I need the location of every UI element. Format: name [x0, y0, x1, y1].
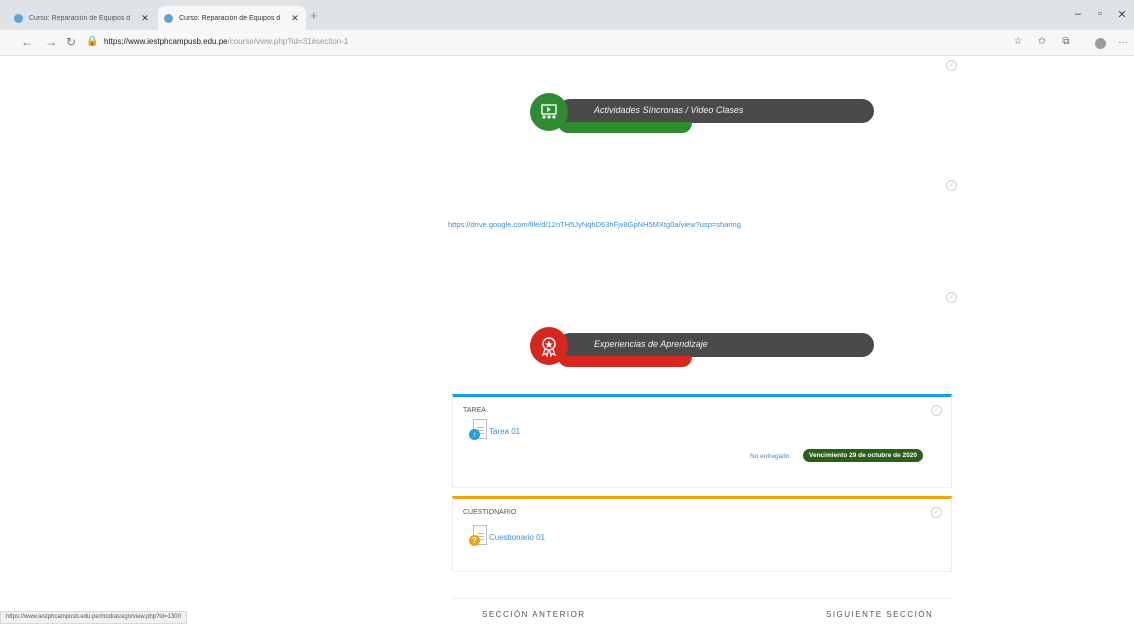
- site-favicon-icon: [14, 13, 23, 23]
- close-tab-icon[interactable]: ✕: [290, 13, 300, 24]
- activity-link-cuestionario[interactable]: Cuestionario 01: [489, 533, 545, 542]
- due-date-badge: Vencimiento 29 de octubre de 2020: [803, 449, 924, 462]
- back-icon[interactable]: ←: [18, 35, 36, 49]
- activity-card-quiz: Cuestionario ✓ ? Cuestionario 01: [452, 496, 952, 572]
- activity-card-assign: Tarea ✓ ↑ Tarea 01 No entregado Vencimie…: [452, 394, 952, 488]
- tab-title: Curso: Reparación de Equipos d: [179, 14, 281, 22]
- favorites-icon[interactable]: ✩: [1034, 36, 1050, 47]
- minimize-icon[interactable]: –: [1068, 8, 1088, 20]
- submission-status: No entregado: [750, 453, 790, 460]
- address-input[interactable]: https://www.iestphcampusb.edu.pe/course/…: [104, 37, 348, 46]
- activity-type-label: Cuestionario: [463, 509, 517, 516]
- section-banner-experiences: Experiencias de Aprendizaje: [528, 327, 878, 379]
- activity-link-tarea[interactable]: Tarea 01: [489, 427, 520, 436]
- favorite-star-icon[interactable]: ☆: [1010, 36, 1026, 47]
- lock-icon: 🔒: [86, 36, 99, 47]
- restore-icon[interactable]: ▫: [1090, 8, 1110, 20]
- drive-link[interactable]: https://drive.google.com/file/d/12nTH5Jy…: [448, 220, 741, 229]
- section-banner-sync: Actividades Síncronas / Video Clases: [528, 93, 878, 145]
- banner-underline: [558, 122, 692, 133]
- completion-check-icon[interactable]: ✓: [931, 405, 942, 416]
- assignment-icon: ↑: [469, 419, 489, 443]
- completion-check-icon[interactable]: ✓: [931, 507, 942, 518]
- browser-tab-1[interactable]: Curso: Reparación de Equipos d ✕: [8, 6, 156, 30]
- forward-icon[interactable]: →: [42, 35, 60, 49]
- completion-check-icon[interactable]: ✓: [946, 180, 957, 191]
- section-footer-divider: [452, 598, 952, 599]
- close-tab-icon[interactable]: ✕: [140, 13, 150, 24]
- banner-underline: [558, 356, 692, 367]
- menu-ellipsis-icon[interactable]: …: [1118, 35, 1128, 46]
- section-title: Actividades Síncronas / Video Clases: [594, 105, 744, 115]
- completion-check-icon[interactable]: ✓: [946, 292, 957, 303]
- close-window-icon[interactable]: ✕: [1112, 8, 1132, 21]
- new-tab-icon[interactable]: +: [310, 8, 318, 23]
- tab-strip: Curso: Reparación de Equipos d ✕ Curso: …: [0, 0, 1134, 30]
- profile-avatar[interactable]: [1095, 38, 1106, 49]
- next-section-link[interactable]: SIGUIENTE SECCIÓN: [826, 610, 933, 619]
- url-host: https://www.iestphcampusb.edu.pe: [104, 37, 228, 46]
- quiz-icon: ?: [469, 525, 489, 549]
- activity-type-label: Tarea: [463, 407, 486, 414]
- award-ribbon-icon: [530, 327, 568, 365]
- tab-title: Curso: Reparación de Equipos d: [29, 14, 131, 22]
- url-path: /course/view.php?id=31#section-1: [227, 37, 349, 46]
- site-favicon-icon: [164, 13, 173, 23]
- address-toolbar: ← → ↻ 🔒 https://www.iestphcampusb.edu.pe…: [0, 30, 1134, 56]
- completion-check-icon[interactable]: ✓: [946, 60, 957, 71]
- prev-section-link[interactable]: SECCIÓN ANTERIOR: [482, 610, 586, 619]
- refresh-icon[interactable]: ↻: [62, 35, 80, 49]
- section-title: Experiencias de Aprendizaje: [594, 339, 708, 349]
- collections-icon[interactable]: ⧉: [1058, 36, 1074, 47]
- browser-status-bar: https://www.iestphcampusb.edu.pe/mod/ass…: [0, 611, 187, 624]
- browser-tab-2[interactable]: Curso: Reparación de Equipos d ✕: [158, 6, 306, 30]
- video-class-icon: [530, 93, 568, 131]
